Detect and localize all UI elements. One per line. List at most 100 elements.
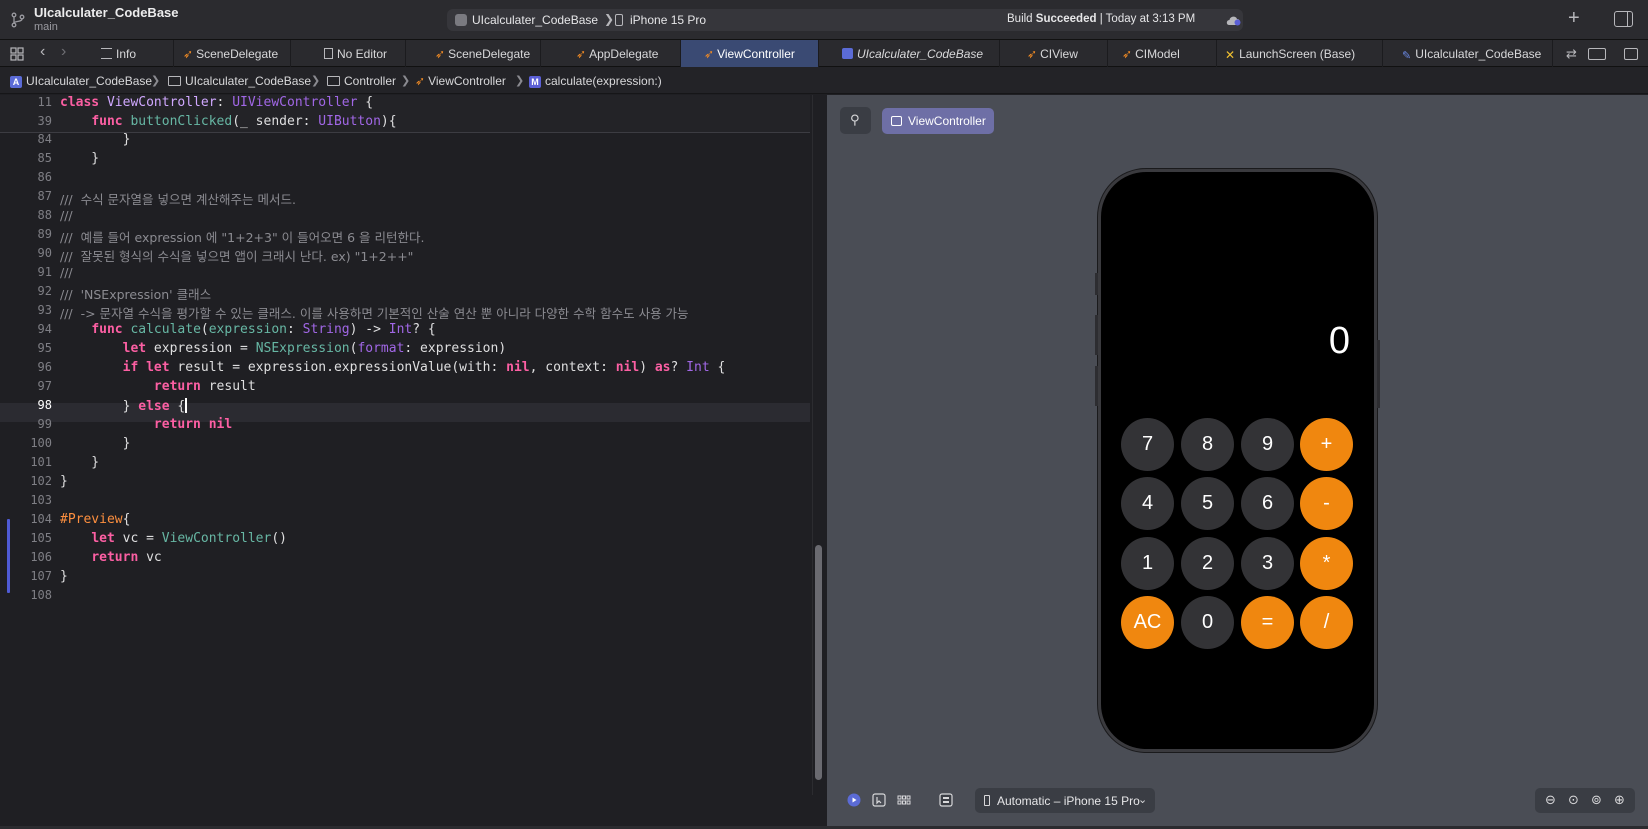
list-icon	[101, 48, 112, 59]
selectable-mode-icon[interactable]	[872, 793, 886, 807]
iphone-icon	[984, 795, 990, 806]
code-line[interactable]: /// 'NSExpression' 클래스	[60, 284, 211, 303]
swap-arrows-icon[interactable]: ⇄	[1566, 46, 1577, 62]
code-line[interactable]: }	[60, 474, 68, 489]
code-line[interactable]: ///	[60, 265, 73, 281]
device-settings-icon[interactable]	[939, 793, 953, 807]
tab-scenedelegate-2[interactable]: ➶ SceneDelegate	[406, 40, 541, 67]
cloud-status-icon[interactable]	[1225, 14, 1243, 26]
line-number: 86	[37, 170, 52, 184]
line-number: 91	[37, 265, 52, 279]
key-3[interactable]: 3	[1241, 537, 1294, 590]
code-line[interactable]: #Preview{	[60, 512, 130, 527]
code-line[interactable]: }	[60, 569, 68, 584]
line-number: 39	[37, 114, 52, 128]
add-editor-icon[interactable]	[1624, 48, 1638, 60]
code-line[interactable]: }	[60, 455, 99, 470]
key-plus[interactable]: +	[1300, 418, 1353, 471]
code-line[interactable]: /// 수식 문자열을 넣으면 계산해주는 메서드.	[60, 189, 296, 208]
breadcrumb-project[interactable]: A UIcalculater_CodeBase	[10, 74, 152, 88]
key-1[interactable]: 1	[1121, 537, 1174, 590]
code-line[interactable]: }	[60, 151, 99, 166]
code-line[interactable]: return result	[60, 379, 256, 394]
key-9[interactable]: 9	[1241, 418, 1294, 471]
breadcrumb-method[interactable]: Mcalculate(expression:)	[529, 74, 662, 88]
key-multiply[interactable]: *	[1300, 537, 1353, 590]
line-number: 92	[37, 284, 52, 298]
code-line[interactable]: func calculate(expression: String) -> In…	[60, 322, 435, 337]
zoom-actual-size-icon[interactable]: ⊚	[1591, 792, 1602, 808]
live-mode-icon[interactable]	[847, 793, 861, 807]
breadcrumb-group[interactable]: UIcalculater_CodeBase	[168, 74, 311, 88]
project-name[interactable]: UIcalculater_CodeBase	[34, 5, 179, 20]
source-control-branch-icon[interactable]	[10, 12, 26, 28]
key-4[interactable]: 4	[1121, 477, 1174, 530]
pin-icon: ⚲	[850, 112, 860, 127]
preview-chip[interactable]: ViewController	[882, 108, 994, 134]
preview-device-selector[interactable]: Automatic – iPhone 15 Pro ⌄	[975, 788, 1155, 813]
code-line[interactable]: /// 예를 들어 expression 에 "1+2+3" 이 들어오면 6 …	[60, 227, 425, 246]
code-line[interactable]: ///	[60, 208, 73, 224]
line-number: 11	[37, 95, 52, 109]
code-line[interactable]: } else {	[60, 398, 187, 414]
chevron-right-icon: ❯	[515, 75, 525, 87]
code-line[interactable]: /// -> 문자열 수식을 평가할 수 있는 클래스. 이를 사용하면 기본적…	[60, 303, 689, 322]
breadcrumb-folder[interactable]: Controller	[327, 74, 396, 88]
tab-cimodel[interactable]: ➶ CIModel	[1108, 40, 1217, 67]
code-line[interactable]: let vc = ViewController()	[60, 531, 287, 546]
code-line[interactable]: }	[60, 132, 131, 147]
code-line[interactable]: return nil	[60, 417, 232, 432]
tab-app-target[interactable]: UIcalculater_CodeBase	[819, 40, 1000, 67]
variants-grid-icon[interactable]	[897, 793, 911, 807]
build-status: Build Succeeded | Today at 3:13 PM	[1007, 13, 1196, 25]
editor-options-icon[interactable]	[1588, 48, 1606, 60]
key-equals[interactable]: =	[1241, 596, 1294, 649]
run-destination-selector[interactable]: iPhone 15 Pro	[630, 13, 706, 27]
zoom-in-icon[interactable]: ⊕	[1614, 792, 1625, 808]
toggle-inspector-button[interactable]	[1614, 11, 1633, 27]
tab-ciview[interactable]: ➶ CIView	[1000, 40, 1108, 67]
code-line[interactable]: /// 잘못된 형식의 수식을 넣으면 앱이 크래시 난다. ex) "1+2+…	[60, 246, 413, 265]
line-number: 88	[37, 208, 52, 222]
key-0[interactable]: 0	[1181, 596, 1234, 649]
key-7[interactable]: 7	[1121, 418, 1174, 471]
key-8[interactable]: 8	[1181, 418, 1234, 471]
swift-icon: ➶	[1027, 47, 1038, 61]
code-line[interactable]: func buttonClicked(_ sender: UIButton){	[60, 114, 396, 129]
line-number: 84	[37, 132, 52, 146]
tab-viewcontroller[interactable]: ➶ ViewController	[681, 40, 819, 67]
tab-project[interactable]: ✎ UIcalculater_CodeBase	[1383, 40, 1553, 67]
editor-scrollbar-thumb[interactable]	[815, 545, 822, 780]
phone-side-button	[1095, 366, 1098, 406]
tab-scenedelegate[interactable]: ➶ SceneDelegate	[174, 40, 291, 67]
tab-info[interactable]: Info	[92, 40, 174, 67]
line-number: 108	[30, 588, 52, 602]
code-line[interactable]: let expression = NSExpression(format: ex…	[60, 341, 507, 356]
scheme-selector[interactable]: UIcalculater_CodeBase	[472, 13, 598, 27]
line-number: 96	[37, 360, 52, 374]
add-library-button[interactable]: +	[1568, 8, 1580, 28]
related-items-grid-icon[interactable]	[10, 47, 24, 61]
tab-launchscreen[interactable]: ✕ LaunchScreen (Base)	[1217, 40, 1383, 67]
key-divide[interactable]: /	[1300, 596, 1353, 649]
line-number: 98	[37, 398, 52, 412]
line-number: 87	[37, 189, 52, 203]
breadcrumb-file[interactable]: ➶ ViewController	[415, 74, 506, 88]
code-line[interactable]: }	[60, 436, 131, 451]
tab-appdelegate[interactable]: ➶ AppDelegate	[541, 40, 681, 67]
pin-preview-button[interactable]: ⚲	[840, 107, 871, 134]
key-6[interactable]: 6	[1241, 477, 1294, 530]
code-line[interactable]: return vc	[60, 550, 161, 565]
zoom-out-icon[interactable]: ⊖	[1545, 792, 1556, 808]
navigate-back-button[interactable]: ‹	[40, 43, 45, 61]
key-all-clear[interactable]: AC	[1121, 596, 1174, 649]
code-line[interactable]: class ViewController: UIViewController {	[60, 95, 373, 110]
code-line[interactable]: if let result = expression.expressionVal…	[60, 360, 726, 375]
source-editor[interactable]: 11 39 84 85 86 87 88 89 90 91 92 93 94 9…	[0, 95, 810, 795]
key-2[interactable]: 2	[1181, 537, 1234, 590]
tab-no-editor[interactable]: No Editor	[291, 40, 406, 67]
navigate-forward-button[interactable]: ›	[61, 43, 66, 61]
zoom-to-fit-icon[interactable]: ⊙	[1568, 792, 1579, 808]
key-5[interactable]: 5	[1181, 477, 1234, 530]
key-minus[interactable]: -	[1300, 477, 1353, 530]
